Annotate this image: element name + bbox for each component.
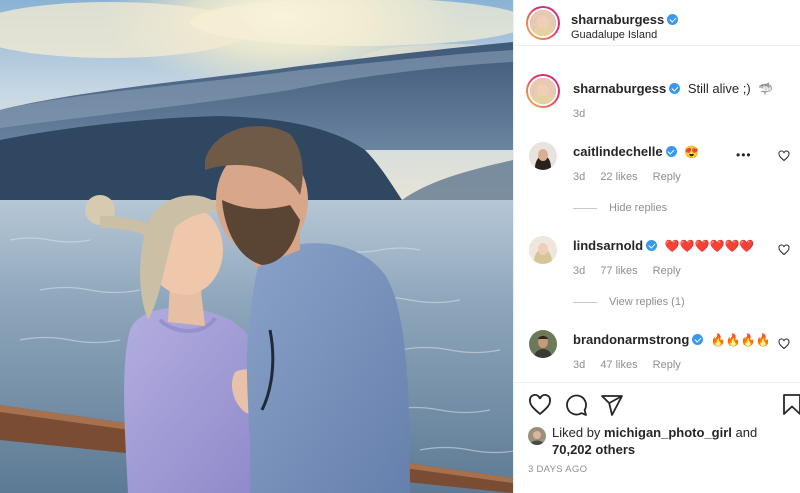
more-options-icon[interactable]: ••• (736, 148, 752, 162)
avatar-image (530, 78, 556, 104)
comment-text-line: lindsarnold ❤️❤️❤️❤️❤️❤️ (573, 238, 754, 253)
commenter-avatar[interactable] (529, 142, 557, 170)
shark-emoji: 🦈 (758, 82, 774, 96)
comment-age[interactable]: 3d (573, 359, 585, 371)
comment-text-line: brandonarmstrong 🔥🔥🔥🔥 (573, 332, 771, 347)
comment-text-line: caitlindechelle 😍 (573, 144, 699, 159)
comment-like-heart-icon[interactable] (778, 244, 790, 256)
post-photo[interactable] (0, 0, 513, 493)
verified-badge-icon (665, 146, 677, 157)
verified-badge-icon (692, 334, 704, 345)
author-username-wrap[interactable]: sharnaburgess (571, 12, 679, 27)
liked-by-user[interactable]: michigan_photo_girl (604, 425, 732, 440)
verified-badge-icon (669, 83, 681, 94)
commenter-avatar[interactable] (529, 236, 557, 264)
liked-by-prefix: Liked by (552, 425, 601, 440)
comment-like-heart-icon[interactable] (778, 338, 790, 350)
author-username[interactable]: sharnaburgess (571, 12, 664, 27)
replies-divider (573, 207, 597, 209)
comment-likes[interactable]: 77 likes (600, 265, 637, 277)
author-avatar[interactable] (526, 6, 560, 40)
avatar-image (529, 330, 557, 358)
comment-likes[interactable]: 47 likes (600, 359, 637, 371)
comment-row: lindsarnold ❤️❤️❤️❤️❤️❤️ 3d 77 likes Rep… (514, 234, 800, 314)
verified-badge-icon (667, 14, 679, 25)
comment-meta: 3d 47 likes Reply (573, 359, 693, 371)
comment-row: brandonarmstrong 🔥🔥🔥🔥 3d 47 likes Reply (514, 328, 800, 378)
caption-text: Still alive ;) (687, 81, 751, 96)
verified-badge-icon (646, 240, 658, 251)
comment-username[interactable]: caitlindechelle (573, 144, 663, 159)
view-replies-label[interactable]: View replies (1) (609, 296, 685, 308)
caption-age[interactable]: 3d (573, 108, 585, 120)
replies-divider (573, 301, 597, 303)
post-actions: Liked by michigan_photo_girl and 70,202 … (514, 382, 800, 493)
commenter-avatar[interactable] (529, 330, 557, 358)
post-header: sharnaburgess Guadalupe Island (514, 0, 800, 46)
comment-like-heart-icon[interactable] (778, 150, 790, 162)
caption-meta: 3d (573, 108, 597, 120)
comment-username[interactable]: brandonarmstrong (573, 332, 689, 347)
avatar-image (529, 142, 557, 170)
liked-by-line: Liked by michigan_photo_girl and (552, 425, 757, 440)
comment-age[interactable]: 3d (573, 171, 585, 183)
hide-replies-toggle[interactable]: Hide replies (573, 202, 667, 214)
avatar-image (529, 236, 557, 264)
hide-replies-label[interactable]: Hide replies (609, 202, 667, 214)
caption-author-avatar[interactable] (526, 74, 560, 108)
liker-avatar[interactable] (528, 427, 546, 445)
reply-button[interactable]: Reply (653, 171, 681, 183)
comment-row: caitlindechelle 😍 ••• 3d 22 likes Reply … (514, 140, 800, 220)
post-timestamp[interactable]: 3 DAYS AGO (528, 464, 587, 475)
reply-button[interactable]: Reply (653, 359, 681, 371)
heart-icon[interactable] (528, 393, 552, 417)
comment-username[interactable]: lindsarnold (573, 238, 643, 253)
comment-text: 😍 (684, 145, 700, 159)
bookmark-icon[interactable] (780, 393, 800, 417)
avatar-image (530, 10, 556, 36)
comment-meta: 3d 77 likes Reply (573, 265, 693, 277)
paper-plane-icon[interactable] (600, 393, 624, 417)
reply-button[interactable]: Reply (653, 265, 681, 277)
comment-text: ❤️❤️❤️❤️❤️❤️ (664, 239, 755, 253)
comment-icon[interactable] (564, 393, 588, 417)
comment-likes[interactable]: 22 likes (600, 171, 637, 183)
caption-text-line: sharnaburgess Still alive ;) 🦈 (573, 81, 773, 96)
likes-others-count[interactable]: 70,202 others (552, 442, 635, 457)
caption-row: sharnaburgess Still alive ;) 🦈 3d (514, 72, 800, 122)
comment-text: 🔥🔥🔥🔥 (710, 333, 771, 347)
avatar-image (528, 427, 546, 445)
caption-username[interactable]: sharnaburgess (573, 81, 666, 96)
post-location[interactable]: Guadalupe Island (571, 29, 657, 41)
post-side-panel: sharnaburgess Guadalupe Island sharnabur… (513, 0, 800, 493)
comment-meta: 3d 22 likes Reply (573, 171, 693, 183)
liked-by-and: and (735, 425, 758, 440)
comment-age[interactable]: 3d (573, 265, 585, 277)
photo-couple-kissing-on-boat (0, 0, 513, 493)
view-replies-toggle[interactable]: View replies (1) (573, 296, 685, 308)
